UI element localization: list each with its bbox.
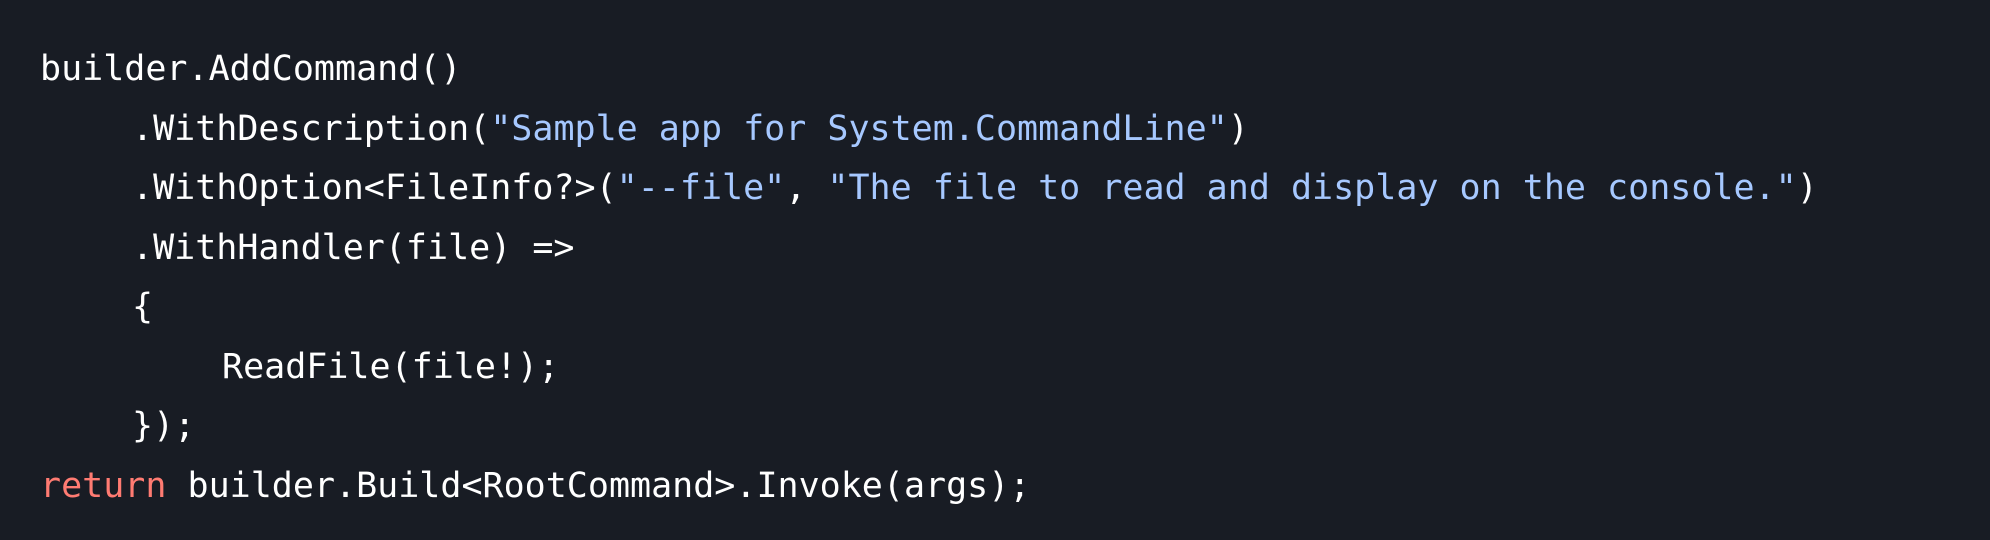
punctuation: )	[1227, 108, 1249, 149]
punctuation: ,	[785, 168, 828, 208]
code-text: });	[132, 406, 196, 446]
code-text: {	[132, 287, 154, 327]
string-literal: "Sample app for System.CommandLine"	[490, 108, 1228, 149]
code-text: builder.AddCommand()	[40, 49, 462, 89]
return-keyword: return	[40, 465, 167, 506]
code-block: builder.AddCommand() .WithDescription("S…	[0, 0, 1990, 540]
code-line-5: {	[40, 278, 1990, 338]
string-literal: "The file to read and display on the con…	[827, 168, 1797, 208]
string-literal: "--file"	[616, 168, 786, 208]
punctuation: )	[1796, 168, 1818, 208]
code-line-4: .WithHandler(file) =>	[40, 219, 1990, 279]
code-line-7: });	[40, 397, 1990, 457]
code-line-1: builder.AddCommand()	[40, 40, 1990, 100]
code-line-6: ReadFile(file!);	[40, 338, 1990, 398]
method-call: .WithOption<FileInfo?>(	[132, 168, 617, 208]
code-text: ReadFile(file!);	[222, 346, 560, 387]
code-line-3: .WithOption<FileInfo?>("--file", "The fi…	[40, 159, 1990, 219]
code-text: .WithHandler(file) =>	[132, 227, 575, 268]
code-line-8: return builder.Build<RootCommand>.Invoke…	[40, 457, 1990, 517]
code-text: builder.Build<RootCommand>.Invoke(args);	[166, 465, 1031, 506]
method-call: .WithDescription(	[132, 108, 491, 149]
code-line-2: .WithDescription("Sample app for System.…	[40, 100, 1990, 160]
